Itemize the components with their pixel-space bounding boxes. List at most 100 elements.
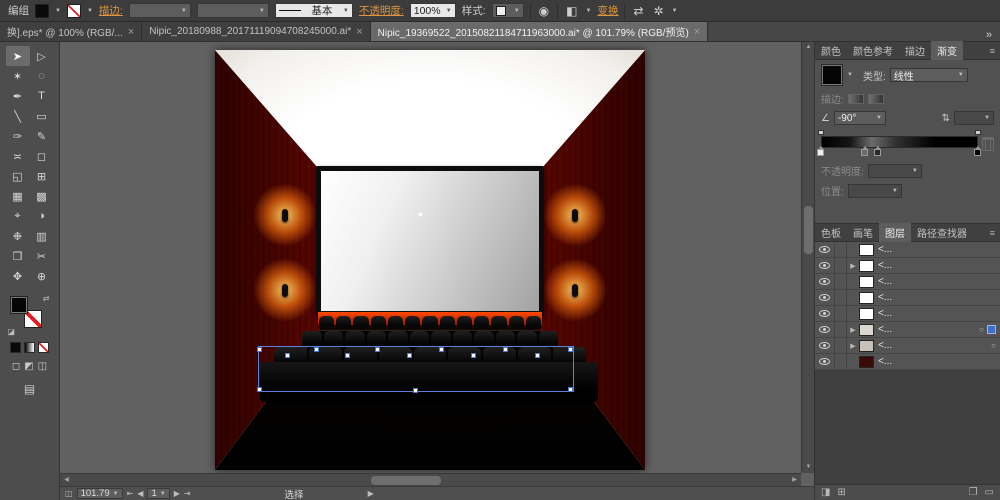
target-circle-icon[interactable]: ○ (991, 341, 996, 350)
fill-color-swatch[interactable] (35, 3, 49, 18)
lock-toggle[interactable] (835, 274, 847, 289)
anchor-point[interactable] (568, 347, 573, 352)
visibility-toggle[interactable] (815, 258, 835, 273)
transform-panel-link[interactable]: 变换 (597, 3, 618, 18)
fill-indicator[interactable] (9, 296, 28, 314)
selection-bounding-path[interactable] (257, 346, 574, 393)
layer-name[interactable]: <... (878, 276, 996, 287)
pen-tool[interactable]: ✒ (6, 86, 30, 106)
panel-menu-icon[interactable]: ≡ (985, 228, 1000, 238)
document-tab[interactable]: Nipic_19369522_20150821184711963000.ai* … (370, 22, 709, 41)
brush-definition-dropdown[interactable]: 基本 ▼ (274, 3, 353, 18)
horizontal-scroll-thumb[interactable] (371, 476, 442, 485)
anchor-point[interactable] (407, 353, 412, 358)
selection-tool[interactable]: ➤ (5, 46, 30, 66)
tab-close-icon[interactable]: × (694, 26, 700, 38)
layer-name[interactable]: <... (878, 356, 996, 367)
magic-wand-tool[interactable]: ✶ (6, 66, 30, 86)
panel-tab-brushes[interactable]: 画笔 (847, 223, 879, 242)
slice-tool[interactable]: ✂ (30, 246, 54, 266)
perspective-grid-tool[interactable]: ⊞ (30, 166, 54, 186)
isolate-selected-icon[interactable]: ⇄ (631, 4, 645, 18)
target-circle-icon[interactable]: ○ (979, 325, 984, 334)
gradient-tool[interactable]: ▩ (30, 186, 54, 206)
status-expand-icon[interactable]: ▶ (368, 489, 374, 498)
column-graph-tool[interactable]: ▥ (30, 226, 54, 246)
variable-width-dropdown[interactable]: ▼ (196, 3, 269, 18)
pencil-tool[interactable]: ✎ (30, 126, 54, 146)
vertical-scrollbar[interactable]: ▲ ▼ (801, 42, 814, 473)
panel-tab-color[interactable]: 颜色 (815, 41, 847, 60)
mesh-tool[interactable]: ▦ (6, 186, 30, 206)
gradient-stop[interactable] (974, 146, 981, 156)
zoom-tool[interactable]: ⊕ (30, 266, 54, 286)
style-dropdown[interactable]: ▼ (491, 3, 524, 18)
gradient-swatch-dropdown-icon[interactable]: ▼ (847, 72, 853, 78)
tab-close-icon[interactable]: × (356, 26, 362, 38)
layer-row[interactable]: ▶ <... ○ (815, 338, 1000, 354)
artboard-tool[interactable]: ❐ (6, 246, 30, 266)
delete-stop-icon[interactable] (982, 137, 994, 151)
new-sublayer-icon[interactable]: ⊞ (837, 487, 845, 498)
opacity-stop[interactable] (818, 130, 824, 135)
layer-row[interactable]: ▶ <... (815, 258, 1000, 274)
delete-layer-icon[interactable]: ▭ (985, 487, 994, 498)
lasso-tool[interactable]: ◌ (30, 66, 54, 86)
next-artboard-icon[interactable]: ▶ (174, 489, 180, 498)
visibility-toggle[interactable] (815, 274, 835, 289)
aspect-ratio-field[interactable]: ▼ (954, 111, 994, 125)
gradient-button[interactable] (24, 342, 35, 353)
width-tool[interactable]: ≍ (6, 146, 30, 166)
blend-tool[interactable]: ◑ (30, 206, 54, 226)
layer-name[interactable]: <... (878, 260, 996, 271)
visibility-toggle[interactable] (815, 242, 835, 257)
layer-name[interactable]: <... (878, 324, 979, 335)
opacity-panel-link[interactable]: 不透明度: (359, 3, 404, 18)
recolor-artwork-icon[interactable]: ◉ (537, 4, 551, 18)
anchor-point[interactable] (257, 347, 262, 352)
align-icon[interactable]: ◧ (564, 4, 579, 18)
type-tool[interactable]: T (30, 86, 54, 106)
visibility-toggle[interactable] (815, 290, 835, 305)
selection-indicator[interactable] (987, 325, 996, 334)
layer-row[interactable]: ▶ <... ○ (815, 322, 1000, 338)
prev-artboard-icon[interactable]: ◀ (137, 489, 143, 498)
gradient-bar[interactable] (821, 136, 978, 148)
rectangle-tool[interactable]: ▭ (30, 106, 54, 126)
status-misc-icon[interactable]: ◫ (65, 489, 73, 498)
anchor-point[interactable] (257, 387, 262, 392)
stop-opacity-field[interactable]: ▼ (867, 163, 922, 178)
opacity-stop[interactable] (975, 130, 981, 135)
paintbrush-tool[interactable]: ✑ (6, 126, 30, 146)
stop-location-field[interactable]: ▼ (847, 183, 902, 198)
layer-row[interactable]: <... (815, 354, 1000, 370)
none-button[interactable] (38, 342, 49, 353)
document-tab[interactable]: 换].eps* @ 100% (RGB/... × (0, 22, 143, 41)
anchor-point[interactable] (285, 353, 290, 358)
draw-normal-icon[interactable]: ◻ (12, 361, 20, 372)
lock-toggle[interactable] (835, 322, 847, 337)
panel-tab-pathfinder[interactable]: 路径查找器 (911, 223, 973, 242)
gradient-stop[interactable] (860, 146, 868, 156)
lock-toggle[interactable] (835, 354, 847, 369)
line-segment-tool[interactable]: ╲ (6, 106, 30, 126)
layer-row[interactable]: <... (815, 242, 1000, 258)
layer-name[interactable]: <... (878, 244, 996, 255)
panel-tab-swatches[interactable]: 色板 (815, 223, 847, 242)
panel-tab-layers[interactable]: 图层 (879, 223, 911, 242)
gradient-type-dropdown[interactable]: 线性 ▼ (889, 68, 968, 83)
new-layer-icon[interactable]: ❐ (969, 487, 978, 498)
screen-mode-icon[interactable]: ▤ (24, 382, 35, 396)
visibility-toggle[interactable] (815, 322, 835, 337)
canvas-area[interactable]: ▲ ▼ ◀ ▶ ◫ 101.79 ▼ ⇤ ◀ 1 ▼ ▶ ⇥ 选择 ▶ (60, 42, 814, 500)
reverse-gradient-icon[interactable]: ⇅ (942, 113, 950, 124)
stroke-gradient-along-icon[interactable] (847, 93, 864, 104)
zoom-field[interactable]: 101.79 ▼ (76, 488, 123, 499)
panel-menu-icon[interactable]: ≡ (985, 46, 1000, 56)
layer-name[interactable]: <... (878, 308, 996, 319)
last-artboard-icon[interactable]: ⇥ (184, 489, 191, 498)
anchor-point[interactable] (568, 387, 573, 392)
layer-name[interactable]: <... (878, 292, 996, 303)
anchor-point[interactable] (413, 388, 418, 393)
lock-toggle[interactable] (835, 306, 847, 321)
